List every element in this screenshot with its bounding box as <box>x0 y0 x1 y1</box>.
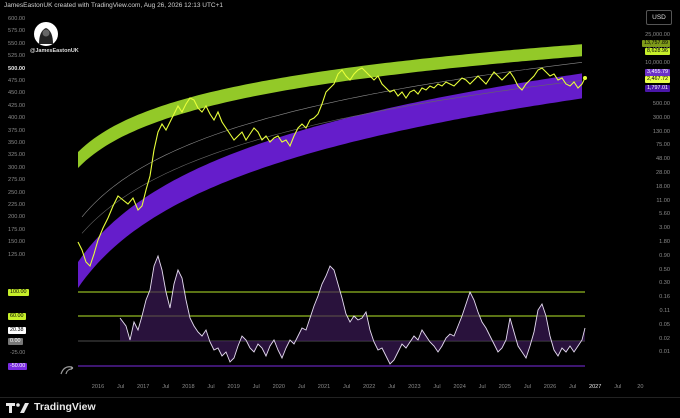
lower-band <box>78 73 582 289</box>
chart-canvas[interactable] <box>0 0 680 418</box>
oscillator-line <box>119 254 586 365</box>
footer-bar: TradingView <box>0 397 680 418</box>
tradingview-brand[interactable]: TradingView <box>34 401 96 413</box>
chart-settings-icon[interactable] <box>60 364 74 376</box>
tradingview-logo-icon <box>6 403 29 413</box>
price-last-point <box>583 76 587 80</box>
oscillator-area <box>120 256 585 364</box>
